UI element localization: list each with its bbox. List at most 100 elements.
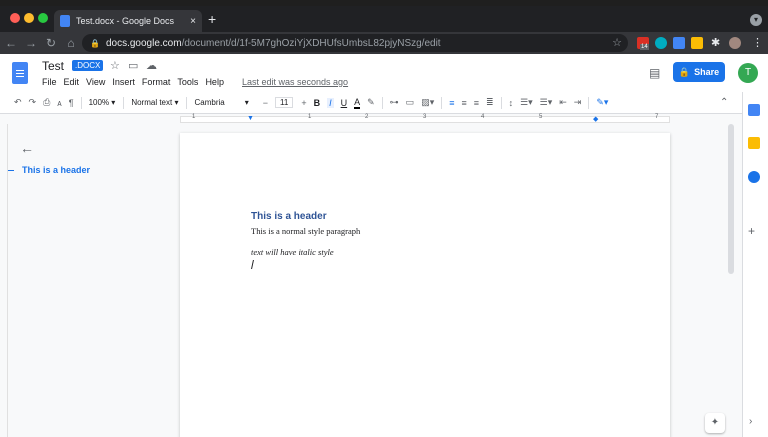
line-spacing-icon[interactable]: ↕ bbox=[509, 98, 514, 108]
reload-icon[interactable]: ↻ bbox=[42, 36, 60, 50]
minimize-window-button[interactable] bbox=[24, 13, 34, 23]
calendar-icon[interactable] bbox=[748, 104, 760, 116]
lock-icon: 🔒 bbox=[90, 38, 100, 48]
star-icon[interactable]: ☆ bbox=[110, 59, 120, 72]
move-folder-icon[interactable]: ▭ bbox=[128, 59, 138, 72]
vertical-scrollbar[interactable] bbox=[728, 124, 734, 274]
ruler-number: 7 bbox=[655, 114, 659, 120]
highlight-color-icon[interactable]: ✎ bbox=[367, 97, 375, 108]
docs-logo-icon[interactable] bbox=[12, 62, 28, 84]
tasks-icon[interactable] bbox=[748, 171, 760, 183]
align-right-icon[interactable]: ≡ bbox=[474, 98, 479, 108]
vertical-ruler[interactable] bbox=[0, 124, 8, 437]
checklist-icon[interactable]: ☰▾ bbox=[520, 97, 533, 108]
get-addons-icon[interactable]: + bbox=[748, 224, 755, 238]
account-avatar[interactable]: T bbox=[738, 63, 758, 83]
editing-mode-icon[interactable]: ✎▾ bbox=[596, 97, 608, 108]
share-label: Share bbox=[694, 67, 720, 77]
menu-insert[interactable]: Insert bbox=[112, 77, 135, 87]
divider bbox=[441, 96, 443, 109]
spellcheck-icon[interactable]: ᴀ bbox=[57, 98, 61, 108]
zoom-value: 100% bbox=[88, 98, 110, 107]
collapse-menus-icon[interactable]: ⌃ bbox=[720, 97, 728, 108]
insert-link-icon[interactable]: ⊶ bbox=[390, 97, 399, 108]
redo-icon[interactable]: ↷ bbox=[29, 97, 37, 108]
home-icon[interactable]: ⌂ bbox=[62, 36, 80, 50]
document-normal-paragraph[interactable]: This is a normal style paragraph bbox=[251, 226, 360, 236]
share-button[interactable]: 🔒 Share bbox=[673, 62, 725, 82]
menu-file[interactable]: File bbox=[42, 77, 57, 87]
style-select[interactable]: Normal text ▾ bbox=[131, 98, 178, 107]
last-edit-link[interactable]: Last edit was seconds ago bbox=[242, 77, 348, 87]
menu-tools[interactable]: Tools bbox=[177, 77, 198, 87]
outline-active-marker bbox=[8, 170, 14, 171]
italic-button[interactable]: I bbox=[327, 97, 334, 108]
extension-badge: 14 bbox=[640, 44, 649, 50]
tab-search-icon[interactable]: ▾ bbox=[750, 14, 762, 26]
underline-button[interactable]: U bbox=[341, 98, 348, 108]
browser-toolbar: ← → ↻ ⌂ 🔒 docs.google.com /document/d/1f… bbox=[0, 32, 768, 54]
keep-icon[interactable] bbox=[748, 137, 760, 149]
text-color-button[interactable]: A bbox=[354, 97, 361, 109]
close-window-button[interactable] bbox=[10, 13, 20, 23]
comment-history-icon[interactable]: ▤ bbox=[649, 66, 660, 80]
align-justify-icon[interactable]: ≣ bbox=[486, 97, 494, 108]
chrome-menu-icon[interactable]: ⋮ bbox=[752, 36, 763, 49]
menu-format[interactable]: Format bbox=[142, 77, 171, 87]
align-center-icon[interactable]: ≡ bbox=[461, 98, 466, 108]
font-select[interactable]: Cambria ▾ bbox=[194, 98, 248, 107]
bold-button[interactable]: B bbox=[314, 98, 321, 108]
menu-view[interactable]: View bbox=[86, 77, 105, 87]
decrease-indent-icon[interactable]: ⇤ bbox=[559, 97, 567, 108]
divider bbox=[80, 96, 82, 109]
close-outline-icon[interactable]: ← bbox=[20, 140, 34, 156]
font-size-input[interactable]: 11 bbox=[275, 97, 294, 108]
show-side-panel-icon[interactable]: › bbox=[749, 416, 752, 427]
bookmark-star-icon[interactable]: ☆ bbox=[612, 36, 622, 49]
extensions-puzzle-icon[interactable]: ✱ bbox=[711, 36, 720, 49]
ruler-number: 1 bbox=[308, 114, 312, 120]
divider bbox=[186, 96, 188, 109]
left-indent-marker-icon[interactable]: ▼ bbox=[247, 115, 254, 122]
extension-translate-icon[interactable] bbox=[673, 37, 685, 49]
undo-icon[interactable]: ↶ bbox=[14, 97, 22, 108]
address-bar[interactable]: 🔒 docs.google.com /document/d/1f-5M7ghOz… bbox=[82, 34, 628, 52]
zoom-window-button[interactable] bbox=[38, 13, 48, 23]
document-page[interactable]: This is a header This is a normal style … bbox=[180, 133, 670, 437]
document-italic-paragraph[interactable]: text will have italic style bbox=[251, 247, 334, 257]
cloud-status-icon[interactable]: ☁ bbox=[146, 59, 157, 72]
tab-close-icon[interactable]: × bbox=[190, 16, 196, 27]
back-icon[interactable]: ← bbox=[2, 36, 20, 50]
lock-icon: 🔒 bbox=[678, 66, 691, 77]
text-cursor bbox=[251, 260, 254, 269]
insert-image-icon[interactable]: ▨▾ bbox=[421, 97, 434, 108]
zoom-select[interactable]: 100% ▾ bbox=[89, 98, 116, 107]
extension-drop-icon[interactable] bbox=[655, 37, 667, 49]
font-size-increase-button[interactable]: + bbox=[301, 98, 306, 108]
ruler-number: 5 bbox=[539, 114, 543, 120]
menu-help[interactable]: Help bbox=[205, 77, 224, 87]
url-host: docs.google.com bbox=[105, 37, 182, 49]
docs-favicon-icon bbox=[60, 15, 70, 27]
increase-indent-icon[interactable]: ⇥ bbox=[574, 97, 582, 108]
extension-yellow-icon[interactable] bbox=[691, 37, 703, 49]
divider bbox=[381, 96, 383, 109]
font-size-decrease-button[interactable]: − bbox=[263, 98, 268, 108]
outline-item-header[interactable]: This is a header bbox=[22, 165, 90, 175]
bulleted-list-icon[interactable]: ☰▾ bbox=[540, 97, 553, 108]
insert-comment-icon[interactable]: ▭ bbox=[406, 97, 415, 108]
forward-icon[interactable]: → bbox=[22, 36, 40, 50]
document-title[interactable]: Test bbox=[42, 59, 64, 73]
menu-edit[interactable]: Edit bbox=[64, 77, 80, 87]
print-icon[interactable]: ⎙ bbox=[43, 97, 50, 108]
align-left-icon[interactable]: ≡ bbox=[449, 98, 454, 108]
profile-avatar-icon[interactable] bbox=[729, 37, 741, 49]
explore-icon[interactable]: ✦ bbox=[705, 413, 725, 433]
paint-format-icon[interactable]: ¶ bbox=[69, 98, 74, 108]
divider bbox=[588, 96, 590, 109]
right-indent-marker-icon[interactable]: ◆ bbox=[593, 115, 598, 123]
new-tab-button[interactable]: + bbox=[208, 12, 216, 26]
document-heading[interactable]: This is a header bbox=[251, 211, 327, 222]
browser-tab[interactable]: Test.docx - Google Docs × bbox=[54, 10, 202, 32]
horizontal-ruler[interactable] bbox=[0, 114, 742, 124]
